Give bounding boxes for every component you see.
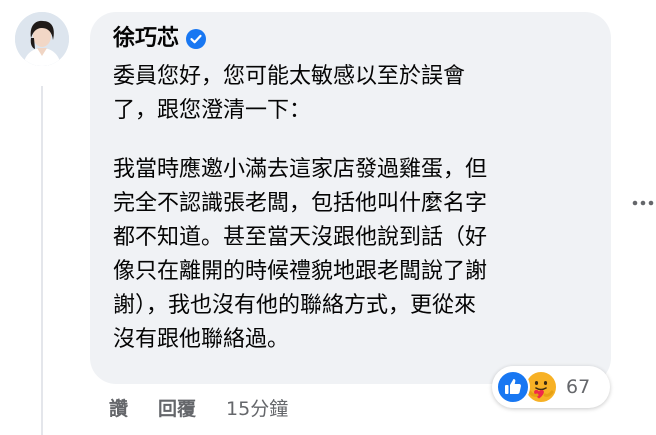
comment-line: 完全不認識張老闆，包括他叫什麼名字	[113, 191, 488, 216]
comment-line: 我當時應邀小滿去這家店發過雞蛋，但	[113, 157, 488, 182]
comment-line: 沒有跟他聯絡過。	[113, 327, 290, 352]
comment-actions: 讚 回覆 15分鐘	[109, 392, 288, 422]
comment-paragraph: 委員您好，您可能太敏感以至於誤會 了，跟您澄清一下：	[113, 60, 465, 128]
author-row: 徐巧芯	[113, 22, 207, 56]
reaction-count: 67	[566, 376, 591, 398]
reply-button[interactable]: 回覆	[158, 394, 196, 421]
like-button[interactable]: 讚	[109, 394, 128, 421]
author-name[interactable]: 徐巧芯	[113, 22, 179, 56]
like-icon	[496, 370, 530, 404]
comment-line: 謝），我也沒有他的聯絡方式，更從來	[113, 293, 477, 318]
comment-line: 像只在離開的時候禮貌地跟老闆說了謝	[113, 259, 488, 284]
comment-bubble: 徐巧芯 委員您好，您可能太敏感以至於誤會 了，跟您澄清一下： 我當時應邀小滿去這…	[90, 12, 611, 384]
reactions-summary[interactable]: 67	[492, 366, 610, 408]
comment-line: 委員您好，您可能太敏感以至於誤會	[113, 64, 466, 89]
verified-badge-icon	[185, 28, 207, 50]
timestamp[interactable]: 15分鐘	[226, 394, 288, 421]
avatar-portrait	[15, 12, 69, 66]
comment-line: 了，跟您澄清一下：	[113, 98, 312, 123]
avatar[interactable]	[15, 12, 69, 66]
thread-line	[41, 86, 43, 435]
comment-paragraph: 我當時應邀小滿去這家店發過雞蛋，但 完全不認識張老闆，包括他叫什麼名字 都不知道…	[113, 153, 487, 357]
comment-line: 都不知道。甚至當天沒跟他說到話（好	[113, 225, 488, 250]
more-options-icon[interactable]	[631, 194, 655, 206]
